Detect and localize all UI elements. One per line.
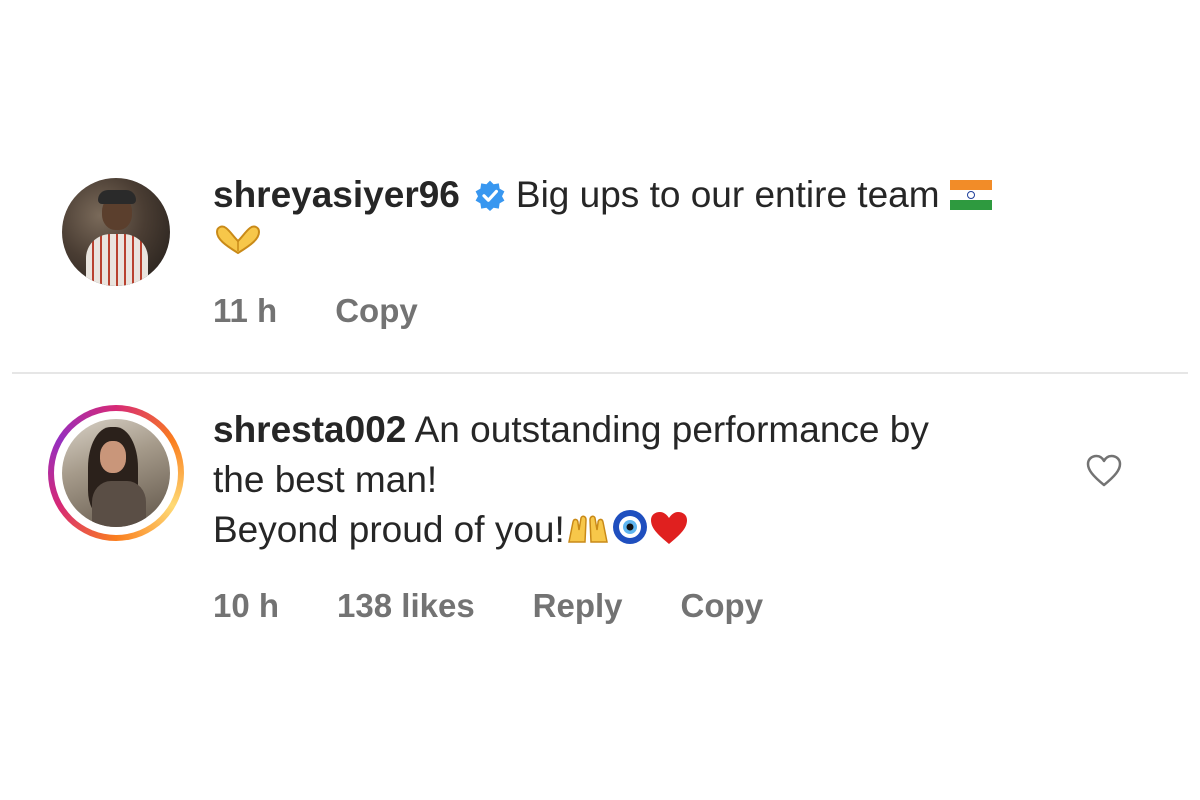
comment-meta: 11 h Copy	[213, 292, 476, 330]
verified-badge-icon	[475, 180, 505, 211]
comment-time: 11 h	[213, 292, 278, 329]
comment-text-line1: An outstanding performance by	[414, 409, 929, 450]
comment-username[interactable]: shresta002	[213, 409, 406, 450]
comment-body: shreyasiyer96 Big ups to our entire team…	[213, 170, 1073, 329]
divider	[12, 372, 1188, 374]
heart-hands-icon	[215, 225, 261, 255]
avatar	[62, 419, 170, 527]
heart-outline-icon[interactable]	[1085, 453, 1123, 489]
comment-time: 10 h	[213, 587, 280, 624]
copy-button[interactable]: Copy	[335, 292, 418, 329]
raising-hands-icon	[567, 515, 608, 543]
nazar-amulet-icon	[612, 510, 647, 544]
comment-text: Big ups to our entire team	[515, 174, 940, 215]
comment-text-line2: the best man!	[213, 459, 438, 500]
comment-text-line3: Beyond proud of you!	[213, 509, 565, 550]
comment-meta: 10 h 138 likes Reply Copy	[213, 587, 821, 625]
avatar[interactable]	[62, 178, 172, 288]
reply-button[interactable]: Reply	[533, 587, 623, 624]
story-ring[interactable]	[48, 405, 184, 541]
likes-count[interactable]: 138 likes	[337, 587, 475, 624]
red-heart-icon	[650, 512, 687, 544]
comment-username[interactable]: shreyasiyer96	[213, 174, 460, 215]
india-flag-icon	[949, 180, 992, 210]
comment-body: shresta002 An outstanding performance by…	[213, 405, 1073, 624]
copy-button[interactable]: Copy	[681, 587, 764, 624]
